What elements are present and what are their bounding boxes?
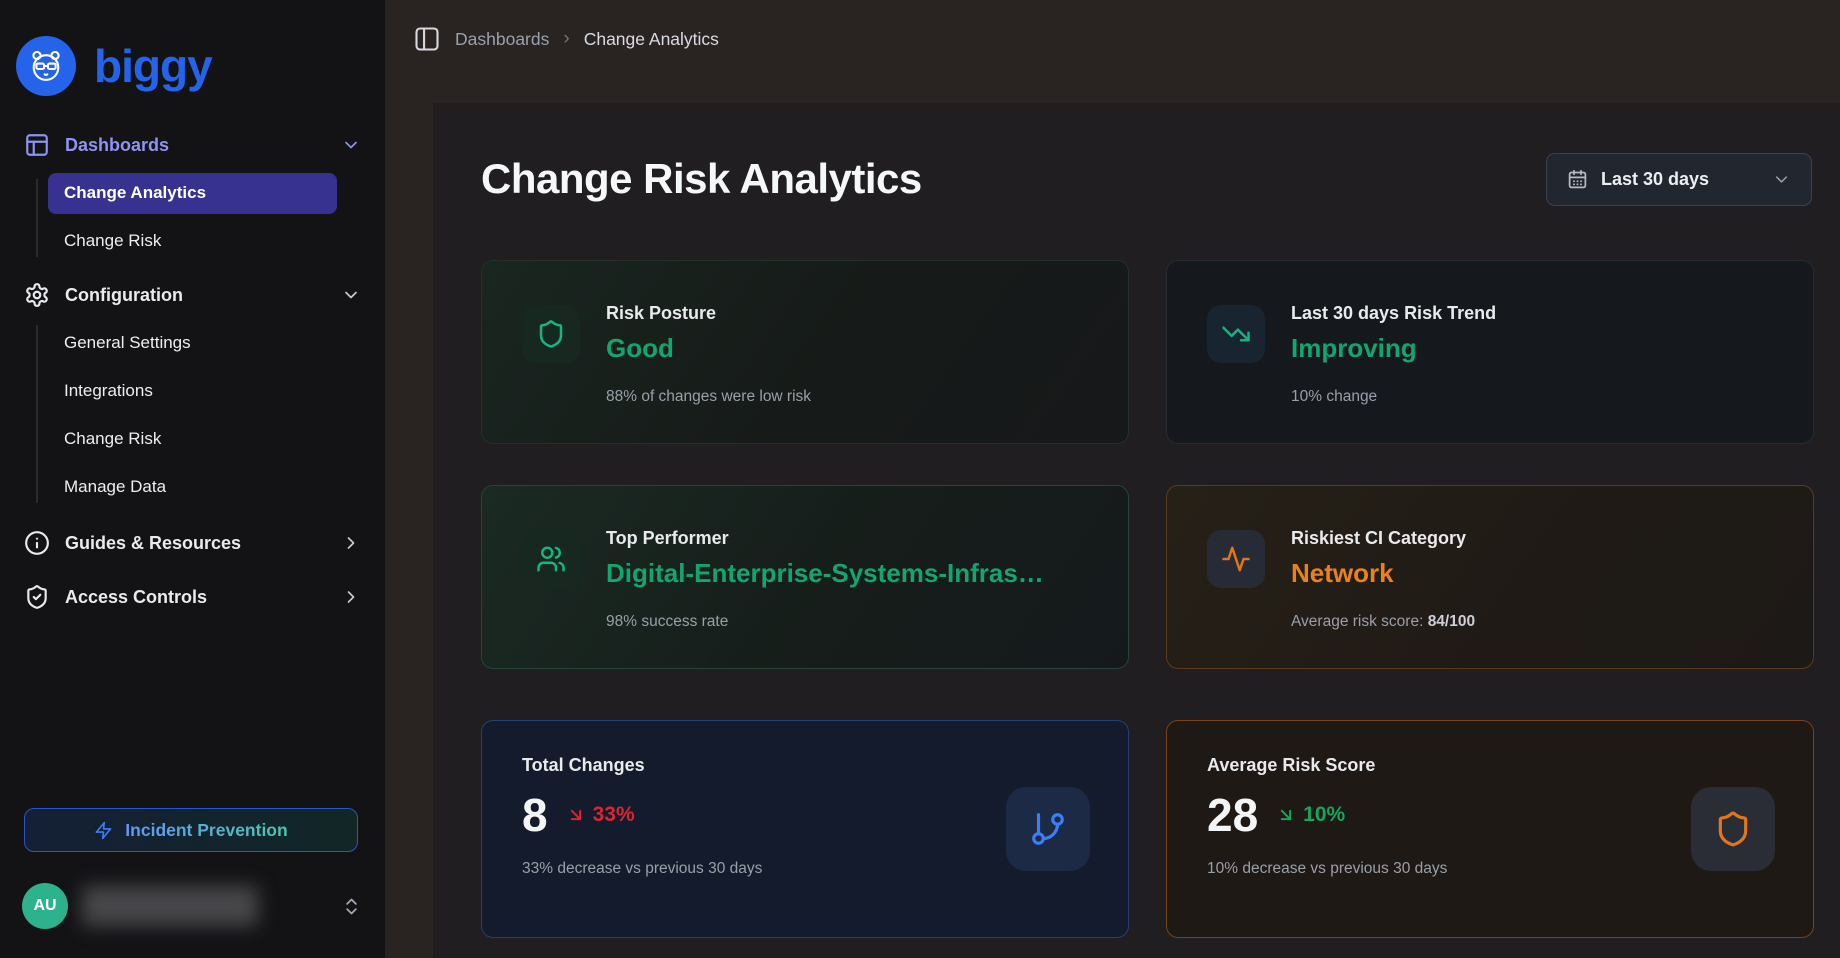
panels-icon <box>24 132 50 158</box>
title-row: Change Risk Analytics Last 30 days <box>481 149 1812 209</box>
card-value: Improving <box>1291 333 1496 364</box>
card-value: Network <box>1291 558 1475 589</box>
sidebar-toggle-button[interactable] <box>413 25 441 53</box>
sidebar-item-change-risk-config[interactable]: Change Risk <box>0 415 385 463</box>
sidebar: biggy Dashboards Change Analytics Change… <box>0 0 385 958</box>
shield-icon <box>522 305 580 363</box>
card-value: Digital-Enterprise-Systems-Infras… <box>606 558 1044 589</box>
stat-label: Total Changes <box>522 755 1088 776</box>
card-subtitle: 98% success rate <box>606 613 1044 631</box>
sidebar-item-general-settings[interactable]: General Settings <box>0 319 385 367</box>
sidebar-item-manage-data[interactable]: Manage Data <box>0 463 385 511</box>
breadcrumb-change-analytics[interactable]: Change Analytics <box>584 29 719 50</box>
sidebar-nav: Dashboards Change Analytics Change Risk … <box>0 121 385 621</box>
riskiest-ci-card: Riskiest CI Category Network Average ris… <box>1166 485 1814 669</box>
activity-icon <box>1207 530 1265 588</box>
sidebar-item-access-controls[interactable]: Access Controls <box>0 573 385 621</box>
card-subtitle: 10% change <box>1291 388 1496 406</box>
card-subtitle-score: 84/100 <box>1428 613 1475 630</box>
trending-down-icon <box>1207 305 1265 363</box>
shield-check-icon <box>24 584 50 610</box>
card-label: Risk Posture <box>606 303 811 324</box>
average-risk-score-card: Average Risk Score 28 10% 10% decrease v… <box>1166 720 1814 938</box>
card-label: Top Performer <box>606 528 1044 549</box>
sidebar-item-label: Configuration <box>65 285 183 306</box>
chevron-down-icon <box>341 135 361 155</box>
stat-subtitle: 33% decrease vs previous 30 days <box>522 860 1088 878</box>
breadcrumb: Dashboards › Change Analytics <box>413 25 719 53</box>
avatar: AU <box>22 883 68 929</box>
chevron-down-icon <box>341 285 361 305</box>
trend-value: 33% <box>593 803 635 827</box>
sidebar-item-label: Guides & Resources <box>65 533 241 554</box>
sidebar-item-label: Dashboards <box>65 135 169 156</box>
breadcrumb-dashboards[interactable]: Dashboards <box>455 29 549 50</box>
breadcrumb-separator: › <box>563 28 569 50</box>
top-performer-card: Top Performer Digital-Enterprise-Systems… <box>481 485 1129 669</box>
arrow-down-right-icon <box>1276 805 1296 825</box>
user-name-redacted <box>82 886 258 926</box>
users-icon <box>522 530 580 588</box>
configuration-subtree: General Settings Integrations Change Ris… <box>0 319 385 511</box>
card-label: Riskiest CI Category <box>1291 528 1475 549</box>
zap-icon <box>94 821 113 840</box>
shield-icon <box>1691 787 1775 871</box>
stat-label: Average Risk Score <box>1207 755 1773 776</box>
sidebar-item-label: Access Controls <box>65 587 207 608</box>
date-range-dropdown[interactable]: Last 30 days <box>1546 153 1812 206</box>
sidebar-item-dashboards[interactable]: Dashboards <box>0 121 385 169</box>
total-changes-card: Total Changes 8 33% 33% decrease vs prev… <box>481 720 1129 938</box>
panda-logo-icon <box>16 36 76 96</box>
topbar: Dashboards › Change Analytics <box>385 0 1840 103</box>
sidebar-item-configuration[interactable]: Configuration <box>0 271 385 319</box>
card-value: Good <box>606 333 811 364</box>
page-title: Change Risk Analytics <box>481 155 922 203</box>
incident-prevention-button[interactable]: Incident Prevention <box>24 808 358 852</box>
sidebar-item-label: Integrations <box>64 381 153 401</box>
chevron-down-icon <box>1772 170 1791 189</box>
brand-logo[interactable]: biggy <box>16 36 212 96</box>
chevrons-up-down-icon <box>341 896 362 917</box>
brand-name: biggy <box>94 39 212 93</box>
card-label: Last 30 days Risk Trend <box>1291 303 1496 324</box>
risk-posture-card: Risk Posture Good 88% of changes were lo… <box>481 260 1129 444</box>
sidebar-item-label: Change Analytics <box>48 183 206 203</box>
chevron-right-icon <box>341 533 361 553</box>
date-range-label: Last 30 days <box>1601 169 1709 190</box>
sidebar-item-change-risk[interactable]: Change Risk <box>0 217 385 265</box>
dashboards-subtree: Change Analytics Change Risk <box>0 173 385 266</box>
card-subtitle-prefix: Average risk score: <box>1291 613 1428 630</box>
stat-value: 8 <box>522 792 548 838</box>
calendar-icon <box>1567 169 1588 190</box>
card-subtitle: Average risk score: 84/100 <box>1291 613 1475 631</box>
sidebar-item-change-analytics[interactable]: Change Analytics <box>48 173 337 214</box>
gear-icon <box>24 282 50 308</box>
chevron-right-icon <box>341 587 361 607</box>
sidebar-item-label: Change Risk <box>64 429 161 449</box>
panel-left-icon <box>413 25 441 53</box>
risk-trend-card: Last 30 days Risk Trend Improving 10% ch… <box>1166 260 1814 444</box>
card-subtitle: 88% of changes were low risk <box>606 388 811 406</box>
stat-subtitle: 10% decrease vs previous 30 days <box>1207 860 1773 878</box>
info-icon <box>24 530 50 556</box>
sidebar-item-guides-resources[interactable]: Guides & Resources <box>0 519 385 567</box>
incident-prevention-label: Incident Prevention <box>125 820 287 841</box>
trend-value: 10% <box>1303 803 1345 827</box>
sidebar-item-integrations[interactable]: Integrations <box>0 367 385 415</box>
arrow-down-right-icon <box>566 805 586 825</box>
main-panel: Change Risk Analytics Last 30 days Risk … <box>433 103 1840 958</box>
stat-value: 28 <box>1207 792 1258 838</box>
git-branch-icon <box>1006 787 1090 871</box>
sidebar-item-label: Change Risk <box>64 231 161 251</box>
user-menu[interactable]: AU <box>22 882 362 930</box>
trend-badge: 10% <box>1276 803 1345 827</box>
trend-badge: 33% <box>566 803 635 827</box>
sidebar-item-label: Manage Data <box>64 477 166 497</box>
sidebar-item-label: General Settings <box>64 333 191 353</box>
